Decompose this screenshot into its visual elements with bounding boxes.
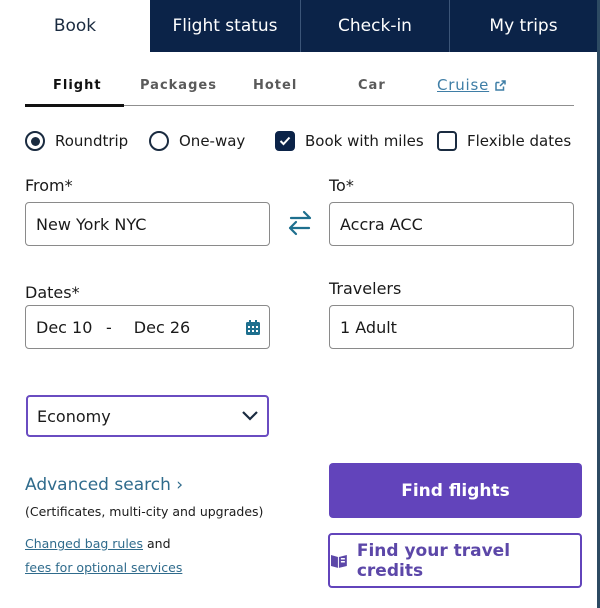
advanced-search-subtitle: (Certificates, multi-city and upgrades) [25, 504, 264, 519]
active-tab-indicator [25, 104, 124, 107]
subtab-flight[interactable]: Flight [53, 78, 102, 93]
cruise-label: Cruise [437, 76, 490, 94]
flexible-dates-label: Flexible dates [467, 132, 572, 150]
tab-check-in[interactable]: Check-in [300, 0, 449, 52]
flexible-dates-checkbox[interactable]: Flexible dates [437, 131, 571, 151]
chevron-right-icon: › [176, 475, 184, 495]
from-field[interactable] [25, 202, 270, 246]
travel-credits-icon [330, 554, 347, 568]
checkbox-checked-icon [275, 131, 295, 151]
subtab-cruise[interactable]: Cruise [437, 76, 506, 94]
find-flights-button[interactable]: Find flights [329, 463, 582, 518]
external-link-icon [495, 80, 506, 91]
dates-field[interactable]: Dec 10 - Dec 26 [25, 305, 270, 349]
tab-flight-status[interactable]: Flight status [150, 0, 300, 52]
checkbox-unchecked-icon [437, 131, 457, 151]
calendar-icon[interactable] [245, 320, 261, 336]
cabin-class-select[interactable]: Economy [26, 395, 269, 437]
swap-airports-icon[interactable] [285, 209, 315, 237]
to-input[interactable] [340, 214, 573, 234]
one-way-label: One-way [179, 132, 246, 150]
radio-unselected-icon [149, 131, 169, 151]
chevron-down-icon [242, 411, 258, 421]
from-input[interactable] [36, 214, 269, 234]
cabin-class-value: Economy [37, 406, 111, 426]
bag-rules-text: Changed bag rules and [25, 536, 171, 551]
tab-my-trips[interactable]: My trips [449, 0, 597, 52]
travel-credits-label: Find your travel credits [356, 540, 511, 581]
subtab-car[interactable]: Car [358, 78, 386, 93]
travelers-field[interactable]: 1 Adult [329, 305, 574, 349]
roundtrip-radio[interactable]: Roundtrip [25, 131, 128, 151]
one-way-radio[interactable]: One-way [149, 131, 245, 151]
tab-book[interactable]: Book [0, 0, 150, 52]
top-tabs: Book Flight status Check-in My trips [0, 0, 597, 52]
booking-type-tabs: Flight Packages Hotel Car Cruise [25, 68, 574, 107]
book-with-miles-label: Book with miles [305, 132, 424, 150]
book-with-miles-checkbox[interactable]: Book with miles [275, 131, 424, 151]
travelers-value: 1 Adult [340, 317, 397, 337]
advanced-search-label: Advanced search [25, 475, 171, 495]
return-date: Dec 26 [133, 317, 191, 337]
changed-bag-rules-link[interactable]: Changed bag rules [25, 536, 143, 551]
from-label: From* [25, 176, 73, 195]
to-field[interactable] [329, 202, 574, 246]
advanced-search-link[interactable]: Advanced search › [25, 475, 183, 495]
bag-rules-connector: and [143, 536, 171, 551]
depart-date: Dec 10 [36, 317, 93, 337]
to-label: To* [329, 176, 354, 195]
radio-selected-icon [25, 131, 45, 151]
subtab-hotel[interactable]: Hotel [253, 78, 297, 93]
roundtrip-label: Roundtrip [55, 132, 129, 150]
dates-label: Dates* [25, 283, 80, 302]
find-travel-credits-button[interactable]: Find your travel credits [328, 533, 582, 588]
date-separator: - [106, 317, 112, 337]
travelers-label: Travelers [329, 279, 402, 298]
subtab-packages[interactable]: Packages [140, 78, 217, 93]
optional-fees-link[interactable]: fees for optional services [25, 560, 182, 575]
